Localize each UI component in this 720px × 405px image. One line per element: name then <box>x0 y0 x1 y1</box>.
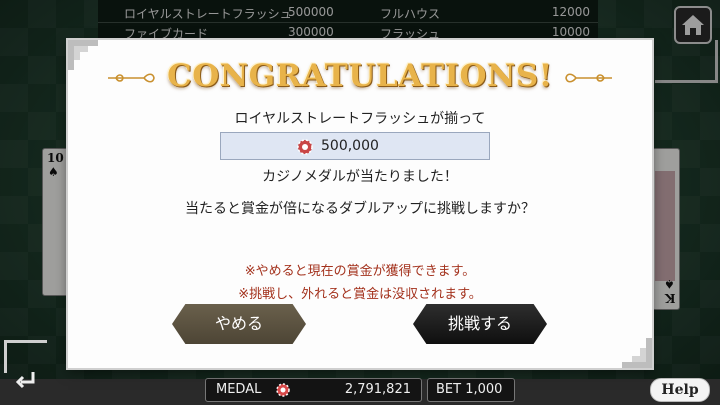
bet-display: BET 1,000 <box>427 378 515 402</box>
flourish-ornament <box>565 73 612 83</box>
prize-amount-box: 500,000 <box>220 132 490 160</box>
quit-button[interactable]: やめる <box>172 304 306 344</box>
prize-amount: 500,000 <box>321 138 379 154</box>
medal-value: 2,791,821 <box>344 382 411 397</box>
chip-icon <box>276 383 290 397</box>
challenge-note: ※挑戦し、外れると賞金は没収されます。 <box>238 287 482 302</box>
challenge-button[interactable]: 挑戦する <box>413 304 547 344</box>
win-message-2: カジノメダルが当たりました！ <box>262 169 458 185</box>
chip-icon <box>297 139 313 155</box>
medal-label: MEDAL <box>216 382 262 397</box>
dialog-corner-ornament <box>622 338 652 368</box>
back-button[interactable] <box>8 366 44 398</box>
quit-note: ※やめると現在の賞金が獲得できます。 <box>244 264 476 279</box>
double-up-dialog: CONGRATULATIONS! ロイヤルストレートフラッシュが揃って 500,… <box>68 40 652 368</box>
help-button[interactable]: Help <box>650 378 710 402</box>
bet-value: BET 1,000 <box>436 382 503 397</box>
back-arrow-icon <box>15 372 35 389</box>
win-message: ロイヤルストレートフラッシュが揃って <box>234 111 486 127</box>
double-up-question: 当たると賞金が倍になるダブルアップに挑戦しますか？ <box>185 201 535 217</box>
medal-counter: MEDAL 2,791,821 <box>205 378 422 402</box>
